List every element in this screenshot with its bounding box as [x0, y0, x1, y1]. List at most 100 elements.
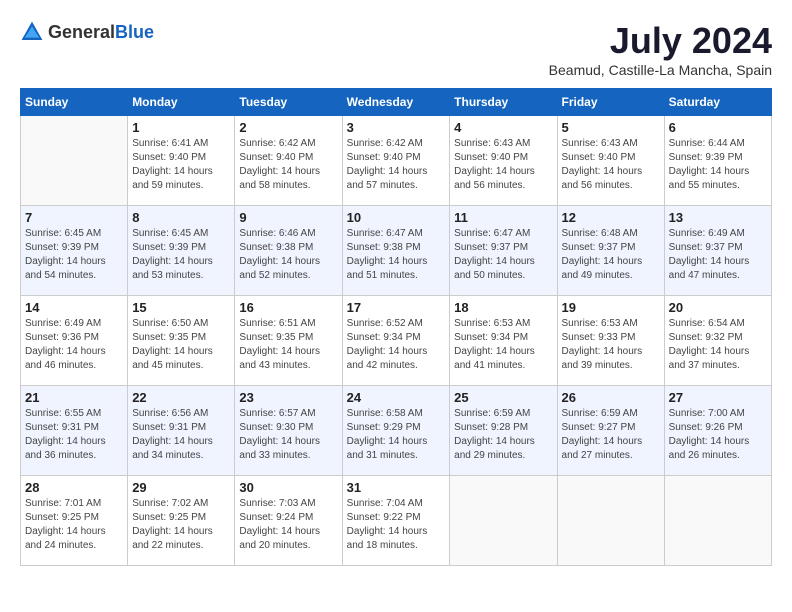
calendar-cell: 18 Sunrise: 6:53 AM Sunset: 9:34 PM Dayli…	[450, 296, 557, 386]
cell-day-number: 5	[562, 120, 660, 135]
cell-day-number: 2	[239, 120, 337, 135]
cell-day-number: 28	[25, 480, 123, 495]
calendar-cell: 11 Sunrise: 6:47 AM Sunset: 9:37 PM Dayli…	[450, 206, 557, 296]
calendar-week-row: 14Sunrise: 6:49 AM Sunset: 9:36 PM Dayli…	[21, 296, 772, 386]
calendar-cell: 15Sunrise: 6:50 AM Sunset: 9:35 PM Dayli…	[128, 296, 235, 386]
cell-info-text: Sunrise: 7:01 AM Sunset: 9:25 PM Dayligh…	[25, 497, 123, 553]
calendar-cell: 3Sunrise: 6:42 AM Sunset: 9:40 PM Daylig…	[342, 116, 450, 206]
cell-info-text: Sunrise: 6:51 AM Sunset: 9:35 PM Dayligh…	[239, 317, 337, 373]
cell-day-number: 14	[25, 300, 123, 315]
calendar-cell: 14Sunrise: 6:49 AM Sunset: 9:36 PM Dayli…	[21, 296, 128, 386]
calendar-cell: 2 Sunrise: 6:42 AM Sunset: 9:40 PM Daylig…	[235, 116, 342, 206]
cell-info-text: Sunrise: 6:42 AM Sunset: 9:40 PM Dayligh…	[239, 137, 337, 193]
calendar-cell: 7 Sunrise: 6:45 AM Sunset: 9:39 PM Daylig…	[21, 206, 128, 296]
logo-text-general: General	[48, 22, 115, 42]
logo-icon	[20, 20, 44, 44]
calendar-cell: 22Sunrise: 6:56 AM Sunset: 9:31 PM Dayli…	[128, 386, 235, 476]
cell-day-number: 29	[132, 480, 230, 495]
calendar-cell: 5 Sunrise: 6:43 AM Sunset: 9:40 PM Daylig…	[557, 116, 664, 206]
cell-day-number: 9	[239, 210, 337, 225]
calendar-cell: 1 Sunrise: 6:41 AM Sunset: 9:40 PM Daylig…	[128, 116, 235, 206]
calendar-cell: 21 Sunrise: 6:55 AM Sunset: 9:31 PM Dayli…	[21, 386, 128, 476]
cell-day-number: 30	[239, 480, 337, 495]
calendar-cell	[557, 476, 664, 566]
calendar-cell: 8Sunrise: 6:45 AM Sunset: 9:39 PM Daylig…	[128, 206, 235, 296]
cell-info-text: Sunrise: 6:50 AM Sunset: 9:35 PM Dayligh…	[132, 317, 230, 373]
cell-day-number: 21	[25, 390, 123, 405]
month-year-title: July 2024	[549, 20, 772, 62]
cell-day-number: 25	[454, 390, 552, 405]
calendar-cell: 12 Sunrise: 6:48 AM Sunset: 9:37 PM Dayli…	[557, 206, 664, 296]
cell-info-text: Sunrise: 6:59 AM Sunset: 9:28 PM Dayligh…	[454, 407, 552, 463]
title-section: July 2024 Beamud, Castille-La Mancha, Sp…	[549, 20, 772, 78]
cell-info-text: Sunrise: 6:41 AM Sunset: 9:40 PM Dayligh…	[132, 137, 230, 193]
cell-day-number: 19	[562, 300, 660, 315]
calendar-cell: 23 Sunrise: 6:57 AM Sunset: 9:30 PM Dayli…	[235, 386, 342, 476]
cell-day-number: 17	[347, 300, 446, 315]
calendar-cell: 31 Sunrise: 7:04 AM Sunset: 9:22 PM Dayli…	[342, 476, 450, 566]
cell-info-text: Sunrise: 6:45 AM Sunset: 9:39 PM Dayligh…	[25, 227, 123, 283]
logo-text-blue: Blue	[115, 22, 154, 42]
column-header-wednesday: Wednesday	[342, 89, 450, 116]
calendar-cell: 24Sunrise: 6:58 AM Sunset: 9:29 PM Dayli…	[342, 386, 450, 476]
logo: GeneralBlue	[20, 20, 154, 44]
cell-info-text: Sunrise: 6:57 AM Sunset: 9:30 PM Dayligh…	[239, 407, 337, 463]
cell-info-text: Sunrise: 6:54 AM Sunset: 9:32 PM Dayligh…	[669, 317, 767, 373]
calendar-cell: 30Sunrise: 7:03 AM Sunset: 9:24 PM Dayli…	[235, 476, 342, 566]
cell-day-number: 1	[132, 120, 230, 135]
calendar-cell: 10Sunrise: 6:47 AM Sunset: 9:38 PM Dayli…	[342, 206, 450, 296]
calendar-cell	[21, 116, 128, 206]
calendar-cell: 20Sunrise: 6:54 AM Sunset: 9:32 PM Dayli…	[664, 296, 771, 386]
cell-day-number: 23	[239, 390, 337, 405]
cell-info-text: Sunrise: 6:42 AM Sunset: 9:40 PM Dayligh…	[347, 137, 446, 193]
calendar-week-row: 28 Sunrise: 7:01 AM Sunset: 9:25 PM Dayli…	[21, 476, 772, 566]
calendar-cell: 13Sunrise: 6:49 AM Sunset: 9:37 PM Dayli…	[664, 206, 771, 296]
cell-info-text: Sunrise: 7:02 AM Sunset: 9:25 PM Dayligh…	[132, 497, 230, 553]
cell-info-text: Sunrise: 6:47 AM Sunset: 9:37 PM Dayligh…	[454, 227, 552, 283]
cell-info-text: Sunrise: 6:55 AM Sunset: 9:31 PM Dayligh…	[25, 407, 123, 463]
column-header-saturday: Saturday	[664, 89, 771, 116]
calendar-week-row: 1 Sunrise: 6:41 AM Sunset: 9:40 PM Daylig…	[21, 116, 772, 206]
cell-info-text: Sunrise: 6:43 AM Sunset: 9:40 PM Dayligh…	[562, 137, 660, 193]
cell-info-text: Sunrise: 6:59 AM Sunset: 9:27 PM Dayligh…	[562, 407, 660, 463]
calendar-cell: 9 Sunrise: 6:46 AM Sunset: 9:38 PM Daylig…	[235, 206, 342, 296]
cell-day-number: 31	[347, 480, 446, 495]
cell-info-text: Sunrise: 7:04 AM Sunset: 9:22 PM Dayligh…	[347, 497, 446, 553]
cell-info-text: Sunrise: 7:00 AM Sunset: 9:26 PM Dayligh…	[669, 407, 767, 463]
cell-info-text: Sunrise: 6:48 AM Sunset: 9:37 PM Dayligh…	[562, 227, 660, 283]
location-subtitle: Beamud, Castille-La Mancha, Spain	[549, 62, 772, 78]
calendar-week-row: 7 Sunrise: 6:45 AM Sunset: 9:39 PM Daylig…	[21, 206, 772, 296]
calendar-cell: 6 Sunrise: 6:44 AM Sunset: 9:39 PM Daylig…	[664, 116, 771, 206]
calendar-table: SundayMondayTuesdayWednesdayThursdayFrid…	[20, 88, 772, 566]
cell-day-number: 13	[669, 210, 767, 225]
cell-info-text: Sunrise: 6:43 AM Sunset: 9:40 PM Dayligh…	[454, 137, 552, 193]
cell-day-number: 7	[25, 210, 123, 225]
column-header-monday: Monday	[128, 89, 235, 116]
cell-day-number: 11	[454, 210, 552, 225]
calendar-week-row: 21 Sunrise: 6:55 AM Sunset: 9:31 PM Dayli…	[21, 386, 772, 476]
cell-info-text: Sunrise: 6:52 AM Sunset: 9:34 PM Dayligh…	[347, 317, 446, 373]
calendar-header-row: SundayMondayTuesdayWednesdayThursdayFrid…	[21, 89, 772, 116]
calendar-cell	[664, 476, 771, 566]
cell-info-text: Sunrise: 6:53 AM Sunset: 9:33 PM Dayligh…	[562, 317, 660, 373]
column-header-thursday: Thursday	[450, 89, 557, 116]
cell-info-text: Sunrise: 6:46 AM Sunset: 9:38 PM Dayligh…	[239, 227, 337, 283]
calendar-cell: 17 Sunrise: 6:52 AM Sunset: 9:34 PM Dayli…	[342, 296, 450, 386]
cell-info-text: Sunrise: 6:44 AM Sunset: 9:39 PM Dayligh…	[669, 137, 767, 193]
calendar-cell: 26 Sunrise: 6:59 AM Sunset: 9:27 PM Dayli…	[557, 386, 664, 476]
cell-day-number: 12	[562, 210, 660, 225]
cell-day-number: 4	[454, 120, 552, 135]
cell-day-number: 27	[669, 390, 767, 405]
cell-info-text: Sunrise: 6:47 AM Sunset: 9:38 PM Dayligh…	[347, 227, 446, 283]
cell-day-number: 22	[132, 390, 230, 405]
cell-day-number: 18	[454, 300, 552, 315]
calendar-cell: 19 Sunrise: 6:53 AM Sunset: 9:33 PM Dayli…	[557, 296, 664, 386]
page-header: GeneralBlue July 2024 Beamud, Castille-L…	[20, 20, 772, 78]
cell-info-text: Sunrise: 6:45 AM Sunset: 9:39 PM Dayligh…	[132, 227, 230, 283]
cell-day-number: 26	[562, 390, 660, 405]
calendar-cell: 27 Sunrise: 7:00 AM Sunset: 9:26 PM Dayli…	[664, 386, 771, 476]
cell-info-text: Sunrise: 6:53 AM Sunset: 9:34 PM Dayligh…	[454, 317, 552, 373]
cell-day-number: 6	[669, 120, 767, 135]
calendar-cell: 28 Sunrise: 7:01 AM Sunset: 9:25 PM Dayli…	[21, 476, 128, 566]
calendar-cell: 16Sunrise: 6:51 AM Sunset: 9:35 PM Dayli…	[235, 296, 342, 386]
